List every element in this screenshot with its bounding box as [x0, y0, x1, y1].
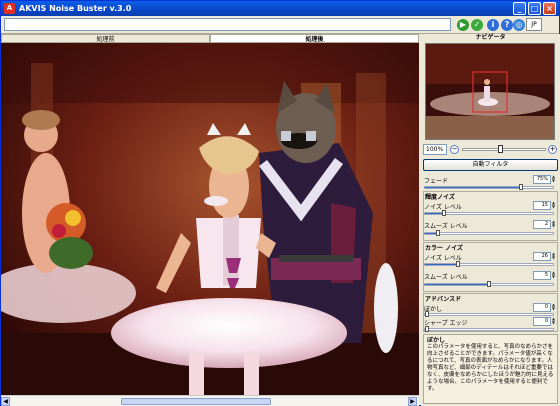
- file-path-field[interactable]: [4, 18, 451, 31]
- fade-row: フェード 75% ▲ ▼: [423, 174, 558, 186]
- color-noise-slider[interactable]: [424, 261, 554, 267]
- lum-smooth-label: スムーズ レベル: [424, 223, 468, 230]
- zoom-slider-knob[interactable]: [498, 145, 503, 153]
- language-button[interactable]: JP: [526, 18, 542, 31]
- sharpen-spinner-icon[interactable]: ▲ ▼: [552, 317, 557, 326]
- help-text: このパラメータを使用すると、写真のなめらかさを向上させることができます。パラメー…: [427, 344, 554, 392]
- navigator-preview[interactable]: [425, 43, 555, 140]
- help-button[interactable]: ?: [501, 19, 513, 31]
- navigator-title: ナビゲータ: [475, 34, 506, 41]
- lum-smooth-slider[interactable]: [424, 230, 554, 236]
- color-smooth-field[interactable]: 5: [533, 271, 551, 280]
- zoom-out-icon[interactable]: −: [450, 145, 459, 154]
- tab-before[interactable]: 処理前: [1, 34, 210, 43]
- scroll-thumb[interactable]: [121, 398, 271, 405]
- color-noise-spinner-icon[interactable]: ▲ ▼: [552, 252, 557, 261]
- window-title: AKVIS Noise Buster v.3.0: [19, 4, 132, 13]
- app-window: A AKVIS Noise Buster v.3.0 _ □ × ▶ ✓ i ?…: [0, 0, 560, 406]
- fade-slider[interactable]: [424, 184, 554, 190]
- fade-spinner-icon[interactable]: ▲ ▼: [552, 175, 557, 184]
- tab-after[interactable]: 処理後: [210, 34, 419, 43]
- lum-noise-spinner-icon[interactable]: ▲ ▼: [552, 201, 557, 210]
- info-button[interactable]: i: [487, 19, 499, 31]
- view-tabs: 処理前 処理後: [1, 34, 419, 43]
- color-noise-field[interactable]: 26: [533, 252, 551, 261]
- title-bar: A AKVIS Noise Buster v.3.0 _ □ ×: [1, 1, 559, 16]
- color-noise-row: ノイズ レベル 26 ▲ ▼: [423, 251, 558, 263]
- help-box: ぼかし このパラメータを使用すると、写真のなめらかさを向上させることができます。…: [423, 334, 558, 404]
- lum-smooth-row: スムーズ レベル 2 ▲ ▼: [423, 219, 558, 231]
- fade-field[interactable]: 75%: [533, 175, 551, 184]
- close-button[interactable]: ×: [543, 2, 556, 15]
- blur-field[interactable]: 0: [533, 303, 551, 312]
- color-smooth-label: スムーズ レベル: [424, 274, 468, 281]
- zoom-slider[interactable]: [462, 148, 546, 151]
- help-title: ぼかし: [427, 337, 446, 344]
- go-button[interactable]: ▶: [457, 19, 469, 31]
- blur-spinner-icon[interactable]: ▲ ▼: [552, 303, 557, 312]
- lum-smooth-spinner-icon[interactable]: ▲ ▼: [552, 220, 557, 229]
- ok-button[interactable]: ✓: [471, 19, 483, 31]
- zoom-in-icon[interactable]: +: [548, 145, 557, 154]
- image-canvas[interactable]: [1, 43, 419, 395]
- zoom-row: 100% − +: [423, 144, 558, 156]
- navigator-image: [426, 44, 554, 139]
- settings-panel: ナビゲータ 100% − + 自動フィルタ フェード 75% ▲ ▼ 輝度ノイズ…: [421, 34, 560, 406]
- zoom-value-field[interactable]: 100%: [423, 144, 447, 155]
- settings-button[interactable]: ◎: [513, 19, 525, 31]
- toolbar: ▶ ✓ i ? ◎ JP: [1, 16, 559, 34]
- ballet-photo: [1, 43, 419, 395]
- sharpen-field[interactable]: 0: [533, 317, 551, 326]
- scroll-right-icon[interactable]: ▶: [408, 397, 417, 406]
- lum-noise-field[interactable]: 15: [533, 201, 551, 210]
- fade-label: フェード: [424, 178, 449, 185]
- maximize-button[interactable]: □: [528, 2, 541, 15]
- auto-filter-button[interactable]: 自動フィルタ: [423, 159, 558, 171]
- lum-noise-slider[interactable]: [424, 210, 554, 216]
- lum-smooth-field[interactable]: 2: [533, 220, 551, 229]
- sharpen-label: シャープ エッジ: [424, 320, 468, 327]
- sharpen-slider[interactable]: [424, 326, 554, 332]
- minimize-button[interactable]: _: [513, 2, 526, 15]
- scroll-left-icon[interactable]: ◀: [1, 397, 10, 406]
- color-smooth-slider[interactable]: [424, 281, 554, 287]
- horizontal-scrollbar[interactable]: ◀ ▶: [1, 395, 419, 406]
- app-logo-icon: A: [4, 3, 15, 14]
- sharpen-row: シャープ エッジ 0 ▲ ▼: [423, 316, 558, 328]
- color-smooth-spinner-icon[interactable]: ▲ ▼: [552, 271, 557, 280]
